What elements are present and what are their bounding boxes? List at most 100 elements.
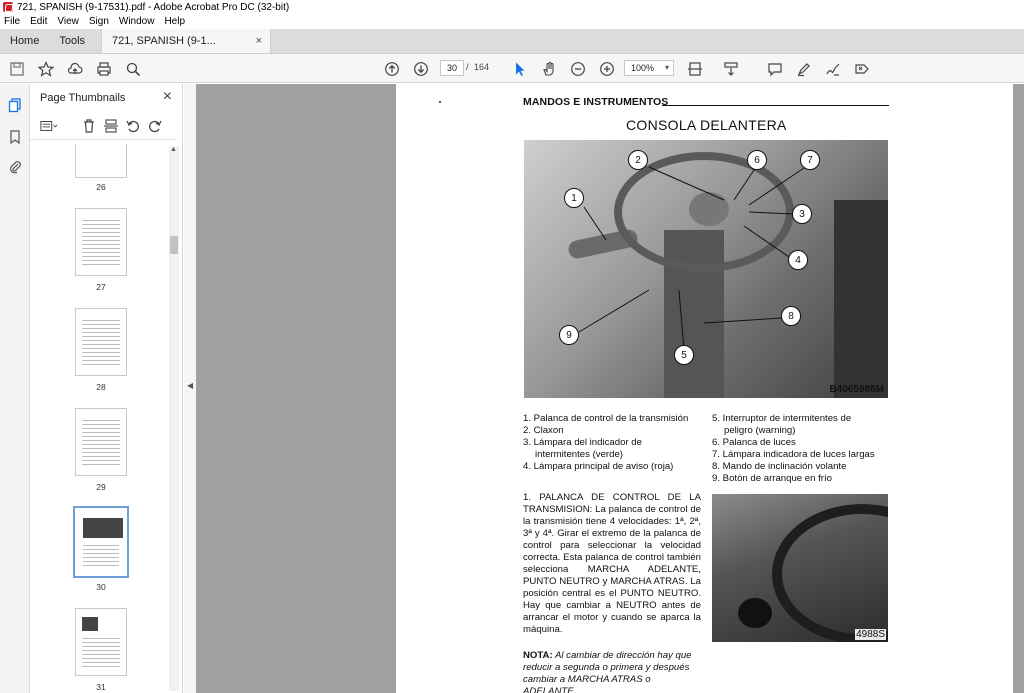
legend-right: 5. Interruptor de intermitentes de pelig…	[712, 413, 875, 485]
menu-file[interactable]: File	[4, 16, 20, 27]
page-thumbnails-panel: Page Thumbnails × 26 27 28 29 30 31	[30, 84, 183, 693]
delete-page-icon[interactable]	[80, 117, 98, 135]
legend-item: 7. Lámpara indicadora de luces largas	[712, 449, 875, 460]
thumbnail-page-26[interactable]	[75, 144, 127, 178]
header-rule	[662, 105, 889, 106]
thumbnail-list: 26 27 28 29 30 31	[30, 144, 170, 693]
tab-document[interactable]: 721, SPANISH (9-1... ×	[101, 29, 272, 53]
thumbnail-label: 29	[96, 482, 106, 492]
scrollbar-thumb[interactable]	[170, 236, 178, 254]
print-icon[interactable]	[95, 60, 113, 78]
photo2-code: 4988S	[855, 629, 886, 640]
menu-bar: File Edit View Sign Window Help	[0, 14, 1024, 29]
menu-help[interactable]: Help	[164, 16, 185, 27]
hand-icon[interactable]	[540, 60, 558, 78]
callout-7: 7	[800, 150, 820, 170]
thumbnail-page-31[interactable]	[75, 608, 127, 676]
fit-page-icon[interactable]	[686, 60, 704, 78]
page-speck	[439, 101, 441, 103]
thumbnail-scrollbar[interactable]: ▲	[169, 146, 179, 691]
current-page-input[interactable]: 30	[440, 60, 464, 76]
lever-photo: 4988S	[712, 494, 888, 642]
thumbnail-label: 30	[96, 582, 106, 592]
sign-icon[interactable]	[824, 60, 842, 78]
thumbnail-label: 27	[96, 282, 106, 292]
callout-5: 5	[674, 345, 694, 365]
star-icon[interactable]	[37, 60, 55, 78]
pdf-page: MANDOS E INSTRUMENTOS CONSOLA DELANTERA	[396, 84, 1013, 693]
tab-home[interactable]: Home	[0, 29, 49, 53]
menu-sign[interactable]: Sign	[89, 16, 109, 27]
legend-item: 3. Lámpara del indicador de	[523, 437, 642, 448]
comment-icon[interactable]	[766, 60, 784, 78]
find-icon[interactable]	[124, 60, 142, 78]
thumbnail-page-29[interactable]	[75, 408, 127, 476]
rotate-left-icon[interactable]	[124, 117, 142, 135]
panel-toolbar	[30, 114, 175, 140]
legend-left: 1. Palanca de control de la transmisión …	[523, 413, 688, 473]
tab-tools[interactable]: Tools	[49, 29, 95, 53]
transmission-paragraph: 1. PALANCA DE CONTROL DE LA TRANSMISION:…	[523, 492, 701, 635]
thumbnail-label: 28	[96, 382, 106, 392]
thumbnail-label: 31	[96, 682, 106, 692]
callout-4: 4	[788, 250, 808, 270]
window-title: 721, SPANISH (9-17531).pdf - Adobe Acrob…	[17, 1, 290, 13]
panel-collapse-handle[interactable]: ◀	[184, 84, 196, 693]
toolbar	[0, 54, 1024, 83]
zoom-select[interactable]: 100% ▾	[624, 60, 674, 76]
photo-hose	[772, 504, 888, 642]
thumbnail-page-30[interactable]	[73, 506, 129, 578]
acrobat-window: 721, SPANISH (9-17531).pdf - Adobe Acrob…	[0, 0, 1024, 693]
zoom-in-icon[interactable]	[598, 60, 616, 78]
thumbnail-page-27[interactable]	[75, 208, 127, 276]
tab-bar: Home Tools 721, SPANISH (9-1... ×	[0, 29, 1024, 54]
callout-leader-lines	[578, 166, 805, 351]
menu-edit[interactable]: Edit	[30, 16, 47, 27]
scroll-mode-icon[interactable]	[722, 60, 740, 78]
rotate-right-icon[interactable]	[146, 117, 164, 135]
legend-item: 6. Palanca de luces	[712, 437, 796, 448]
page-down-icon[interactable]	[412, 60, 430, 78]
callout-8: 8	[781, 306, 801, 326]
select-cursor-icon[interactable]	[511, 60, 529, 78]
document-view[interactable]: MANDOS E INSTRUMENTOS CONSOLA DELANTERA	[196, 84, 1024, 693]
bookmark-icon[interactable]	[6, 128, 24, 146]
photo-code: B4065988M	[829, 384, 884, 395]
acrobat-icon	[3, 2, 13, 12]
legend-item: 9. Botón de arranque en frío	[712, 473, 833, 484]
legend-item: 4. Lámpara principal de aviso (roja)	[523, 461, 674, 472]
thumbnail-page-28[interactable]	[75, 308, 127, 376]
page-up-icon[interactable]	[383, 60, 401, 78]
note-label: NOTA:	[523, 650, 553, 661]
callout-3: 3	[792, 204, 812, 224]
zoom-out-icon[interactable]	[569, 60, 587, 78]
attachment-icon[interactable]	[6, 158, 24, 176]
menu-window[interactable]: Window	[119, 16, 155, 27]
legend-item: 1. Palanca de control de la transmisión	[523, 413, 689, 424]
upload-icon[interactable]	[66, 60, 84, 78]
scroll-up-icon[interactable]: ▲	[170, 146, 177, 153]
panel-close-button[interactable]: ×	[163, 88, 172, 106]
callout-9: 9	[559, 325, 579, 345]
title-bar: 721, SPANISH (9-17531).pdf - Adobe Acrob…	[0, 0, 1024, 14]
tab-document-label: 721, SPANISH (9-1...	[112, 35, 216, 47]
console-photo: 1 2 3 4 5 6 7 8 9 B4065988M	[524, 140, 888, 398]
zoom-value: 100%	[631, 63, 655, 73]
note-paragraph: NOTA: Al cambiar de dirección hay que re…	[523, 650, 701, 693]
callout-1: 1	[564, 188, 584, 208]
page-title: CONSOLA DELANTERA	[626, 117, 787, 133]
menu-view[interactable]: View	[57, 16, 79, 27]
highlight-icon[interactable]	[795, 60, 813, 78]
legend-item: intermitentes (verde)	[535, 449, 623, 460]
legend-item: peligro (warning)	[724, 425, 796, 436]
legend-item: 2. Claxon	[523, 425, 564, 436]
thumbnail-options-icon[interactable]	[40, 117, 58, 135]
chevron-down-icon: ▾	[664, 63, 669, 72]
fill-sign-icon[interactable]	[853, 60, 871, 78]
chevron-left-icon: ◀	[187, 381, 194, 390]
tab-close-button[interactable]: ×	[256, 35, 262, 47]
page-thumbnails-icon[interactable]	[6, 96, 24, 114]
save-icon[interactable]	[8, 60, 26, 78]
callout-6: 6	[747, 150, 767, 170]
insert-page-icon[interactable]	[102, 117, 120, 135]
